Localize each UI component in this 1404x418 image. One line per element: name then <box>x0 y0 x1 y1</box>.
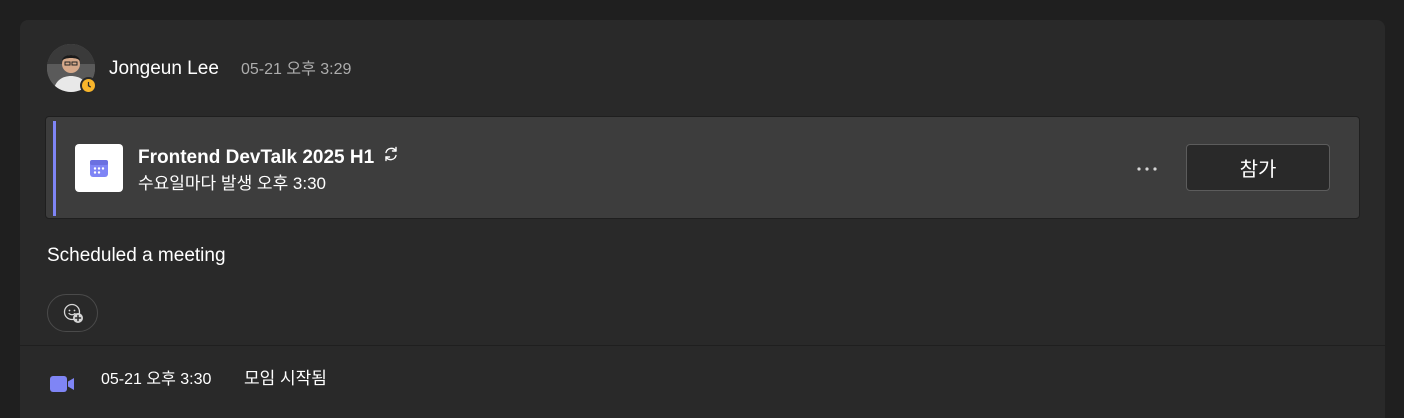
clock-icon <box>82 79 95 92</box>
meeting-title-row[interactable]: Frontend DevTalk 2025 H1 <box>138 145 400 170</box>
emoji-add-icon <box>63 303 83 323</box>
message-timestamp: 05-21 오후 3:29 <box>241 61 352 78</box>
video-camera-icon <box>49 373 77 395</box>
meeting-card[interactable]: Frontend DevTalk 2025 H1 수요일마다 발생 오후 3:3… <box>45 116 1360 219</box>
message-thread: Jongeun Lee 05-21 오후 3:29 Frontend DevTa… <box>20 20 1385 418</box>
repeat-icon <box>382 145 400 170</box>
calendar-icon <box>75 144 123 192</box>
message-text: Scheduled a meeting <box>47 245 226 266</box>
add-reaction-button[interactable] <box>47 294 98 332</box>
card-accent-bar <box>53 121 56 216</box>
event-timestamp: 05-21 오후 3:30 <box>101 371 212 388</box>
event-text: 모임 시작됨 <box>244 369 327 388</box>
meeting-schedule: 수요일마다 발생 오후 3:30 <box>138 174 327 193</box>
meeting-title[interactable]: Frontend DevTalk 2025 H1 <box>138 146 374 170</box>
presence-badge <box>80 77 97 94</box>
more-icon <box>1137 167 1157 171</box>
more-options-button[interactable] <box>1131 153 1163 185</box>
author-avatar-wrapper[interactable] <box>47 44 97 94</box>
join-button[interactable]: 참가 <box>1186 144 1330 191</box>
author-name[interactable]: Jongeun Lee <box>109 57 219 81</box>
divider <box>20 345 1385 346</box>
